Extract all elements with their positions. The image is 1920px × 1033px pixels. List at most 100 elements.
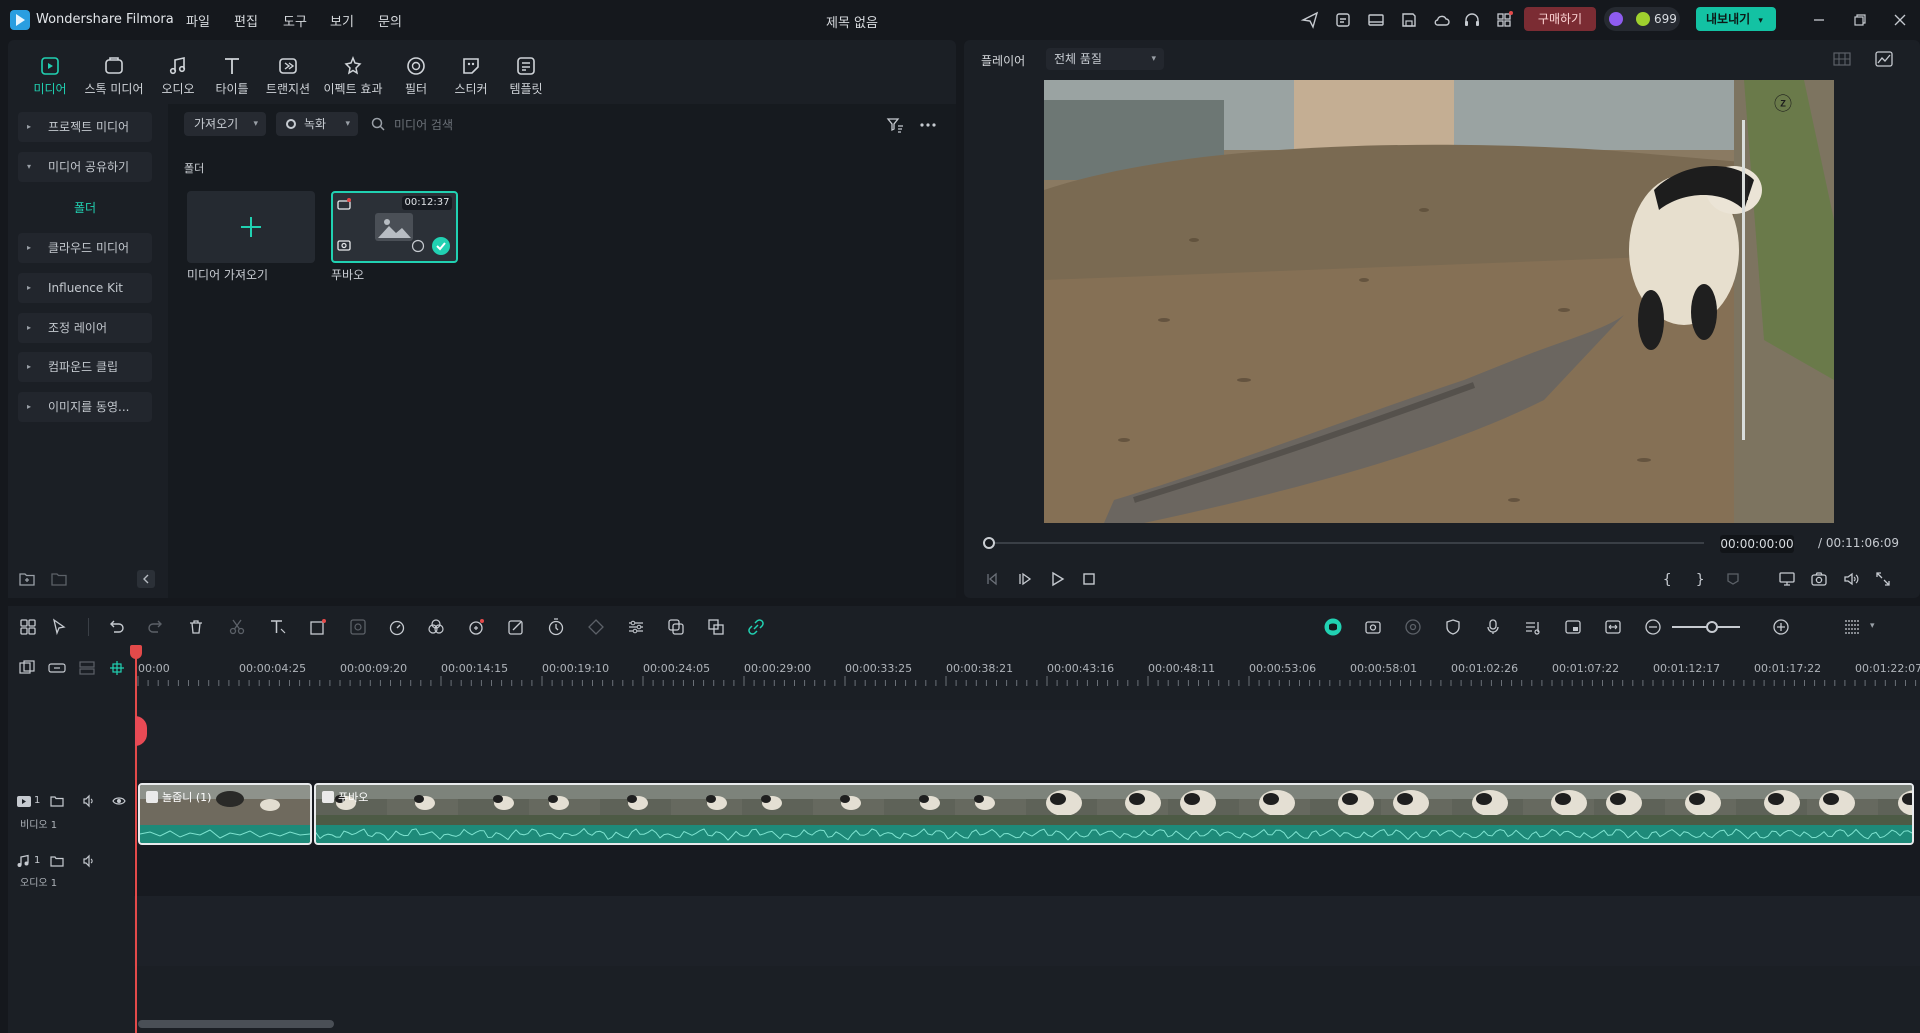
progress-knob[interactable] — [983, 537, 995, 549]
sidebar-item-cloud-media[interactable]: ▸ 클라우드 미디어 — [18, 233, 152, 263]
magnet-snap-icon[interactable] — [108, 659, 126, 677]
snapshot-icon[interactable] — [1810, 570, 1828, 588]
sidebar-item-shared-media[interactable]: ▾ 미디어 공유하기 — [18, 152, 152, 182]
avatar[interactable] — [1609, 12, 1623, 26]
tab-transitions[interactable]: 트랜지션 — [256, 54, 320, 97]
mute-icon[interactable] — [82, 794, 96, 808]
sidebar-item-compound-clip[interactable]: ▸ 컴파운드 클립 — [18, 352, 152, 382]
mark-in-icon[interactable]: { — [1658, 570, 1676, 588]
ai-assistant-icon[interactable] — [1323, 617, 1343, 637]
tab-media[interactable]: 미디어 — [18, 54, 82, 97]
ai-portrait-icon[interactable] — [348, 617, 368, 637]
folder-icon[interactable] — [50, 854, 64, 868]
keyframe-icon[interactable] — [586, 617, 606, 637]
video-preview[interactable]: ⓩ — [1044, 80, 1834, 523]
save-icon[interactable] — [1399, 10, 1419, 30]
sidebar-item-adjustment-layer[interactable]: ▸ 조정 레이어 — [18, 313, 152, 343]
apps-grid-icon[interactable] — [1494, 10, 1514, 30]
buy-button[interactable]: 구매하기 — [1524, 7, 1596, 31]
select-tool-icon[interactable] — [50, 617, 70, 637]
track-options-icon[interactable] — [1842, 617, 1862, 637]
mask-icon[interactable] — [666, 617, 686, 637]
more-options-icon[interactable] — [918, 116, 938, 134]
grid-view-icon[interactable] — [1832, 50, 1852, 68]
empty-track[interactable] — [134, 896, 1920, 966]
record-dropdown[interactable]: 녹화 ▾ — [276, 112, 358, 136]
speed-icon[interactable] — [387, 617, 407, 637]
chevron-down-icon[interactable]: ▾ — [1870, 621, 1875, 631]
playhead[interactable] — [135, 650, 137, 1033]
quality-dropdown[interactable]: 전체 품질 ▾ — [1046, 48, 1164, 70]
crop-icon[interactable] — [308, 617, 328, 637]
current-time[interactable]: 00:00:00:00 — [1720, 535, 1794, 553]
menu-help[interactable]: 문의 — [378, 11, 402, 30]
tab-stock-media[interactable]: 스톡 미디어 — [82, 54, 146, 97]
menu-view[interactable]: 보기 — [330, 11, 354, 30]
filter-sort-icon[interactable] — [886, 116, 904, 134]
sidebar-item-project-media[interactable]: ▸ 프로젝트 미디어 — [18, 112, 152, 142]
render-icon[interactable] — [1403, 617, 1423, 637]
link-tracks-icon[interactable] — [48, 659, 66, 677]
sidebar-item-image-to-video[interactable]: ▸ 이미지를 동영... — [18, 392, 152, 422]
display-icon[interactable] — [1778, 570, 1796, 588]
menu-edit[interactable]: 편집 — [234, 11, 258, 30]
timer-icon[interactable] — [546, 617, 566, 637]
sidebar-item-influence-kit[interactable]: ▸ Influence Kit — [18, 273, 152, 303]
play-icon[interactable] — [1048, 570, 1066, 588]
sidebar-item-folder[interactable]: 폴더 — [18, 193, 152, 223]
track-manager-icon[interactable] — [78, 659, 96, 677]
send-icon[interactable] — [1300, 10, 1320, 30]
cloud-icon[interactable] — [1432, 10, 1452, 30]
prev-frame-icon[interactable] — [984, 570, 1002, 588]
delete-icon[interactable] — [186, 617, 206, 637]
menu-file[interactable]: 파일 — [186, 11, 210, 30]
zoom-slider-knob[interactable] — [1706, 621, 1718, 633]
volume-icon[interactable] — [1842, 570, 1860, 588]
timeline-clip[interactable]: 푸바오 — [314, 783, 1914, 845]
timeline-clip[interactable]: 놀줍니 (1) — [138, 783, 312, 845]
undo-icon[interactable] — [106, 617, 126, 637]
stop-icon[interactable] — [1080, 570, 1098, 588]
translate-icon[interactable] — [706, 617, 726, 637]
tab-effects[interactable]: 이펙트 효과 — [318, 54, 388, 97]
ai-effect-icon[interactable] — [466, 617, 486, 637]
project-icon[interactable] — [1333, 10, 1353, 30]
close-icon[interactable] — [1889, 9, 1911, 31]
collapse-sidebar-icon[interactable] — [137, 570, 155, 588]
timeline-scrollbar[interactable] — [138, 1020, 334, 1028]
new-folder-icon[interactable] — [18, 570, 36, 588]
mute-icon[interactable] — [82, 854, 96, 868]
tab-titles[interactable]: 타이틀 — [200, 54, 264, 97]
audio-track-area[interactable] — [134, 848, 1920, 896]
split-icon[interactable] — [227, 617, 247, 637]
audio-mixer-icon[interactable] — [1523, 617, 1543, 637]
color-icon[interactable] — [426, 617, 446, 637]
playhead-handle[interactable] — [130, 645, 142, 659]
zoom-in-icon[interactable] — [1771, 617, 1791, 637]
playback-progress[interactable] — [988, 542, 1704, 544]
import-dropdown[interactable]: 가져오기 ▾ — [184, 112, 266, 136]
play-range-icon[interactable] — [1016, 570, 1034, 588]
pip-icon[interactable] — [1563, 617, 1583, 637]
edit-icon[interactable] — [506, 617, 526, 637]
headset-icon[interactable] — [1462, 10, 1482, 30]
fit-timeline-icon[interactable] — [1603, 617, 1623, 637]
layout-grid-icon[interactable] — [18, 617, 38, 637]
layout-icon[interactable] — [1366, 10, 1386, 30]
eye-icon[interactable] — [112, 794, 126, 808]
empty-track[interactable] — [134, 710, 1920, 780]
scopes-icon[interactable] — [1874, 50, 1894, 68]
insert-marker-icon[interactable] — [1724, 570, 1742, 588]
fullscreen-icon[interactable] — [1874, 570, 1892, 588]
add-track-icon[interactable] — [18, 659, 36, 677]
link-icon[interactable] — [746, 617, 766, 637]
zoom-out-icon[interactable] — [1643, 617, 1663, 637]
folder-icon[interactable] — [50, 570, 68, 588]
mark-out-icon[interactable]: } — [1691, 570, 1709, 588]
tab-templates[interactable]: 템플릿 — [494, 54, 558, 97]
adjust-icon[interactable] — [626, 617, 646, 637]
search-input[interactable]: 미디어 검색 — [394, 116, 453, 133]
minimize-icon[interactable] — [1808, 9, 1830, 31]
restore-icon[interactable] — [1849, 9, 1871, 31]
folder-icon[interactable] — [50, 794, 64, 808]
